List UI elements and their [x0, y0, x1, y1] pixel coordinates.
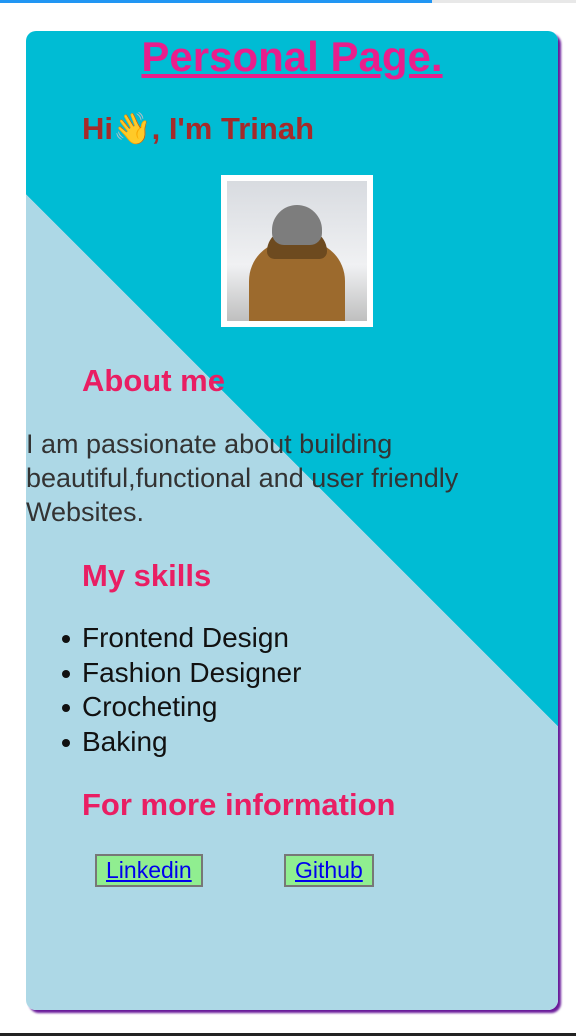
profile-photo	[227, 181, 367, 321]
linkedin-link[interactable]: Linkedin	[95, 854, 203, 887]
photo-beanie	[272, 205, 322, 245]
page-title: Personal Page.	[141, 33, 443, 80]
profile-card: Personal Page. Hi👋, I'm Trinah About me …	[26, 31, 558, 1010]
about-text: I am passionate about building beautiful…	[26, 429, 459, 527]
github-link[interactable]: Github	[284, 854, 374, 887]
skill-item: Frontend Design	[61, 621, 301, 656]
skill-item: Fashion Designer	[61, 656, 301, 691]
profile-photo-frame	[221, 175, 373, 327]
greeting-heading: Hi👋, I'm Trinah	[82, 111, 315, 146]
contact-heading: For more information	[82, 787, 396, 822]
about-heading: About me	[82, 363, 225, 398]
page-load-progress-track	[0, 0, 576, 3]
skill-item: Crocheting	[61, 690, 301, 725]
skills-heading: My skills	[82, 558, 212, 593]
page-load-progress-bar	[0, 0, 432, 3]
skills-list: Frontend Design Fashion Designer Crochet…	[61, 621, 301, 760]
skill-item: Baking	[61, 725, 301, 760]
